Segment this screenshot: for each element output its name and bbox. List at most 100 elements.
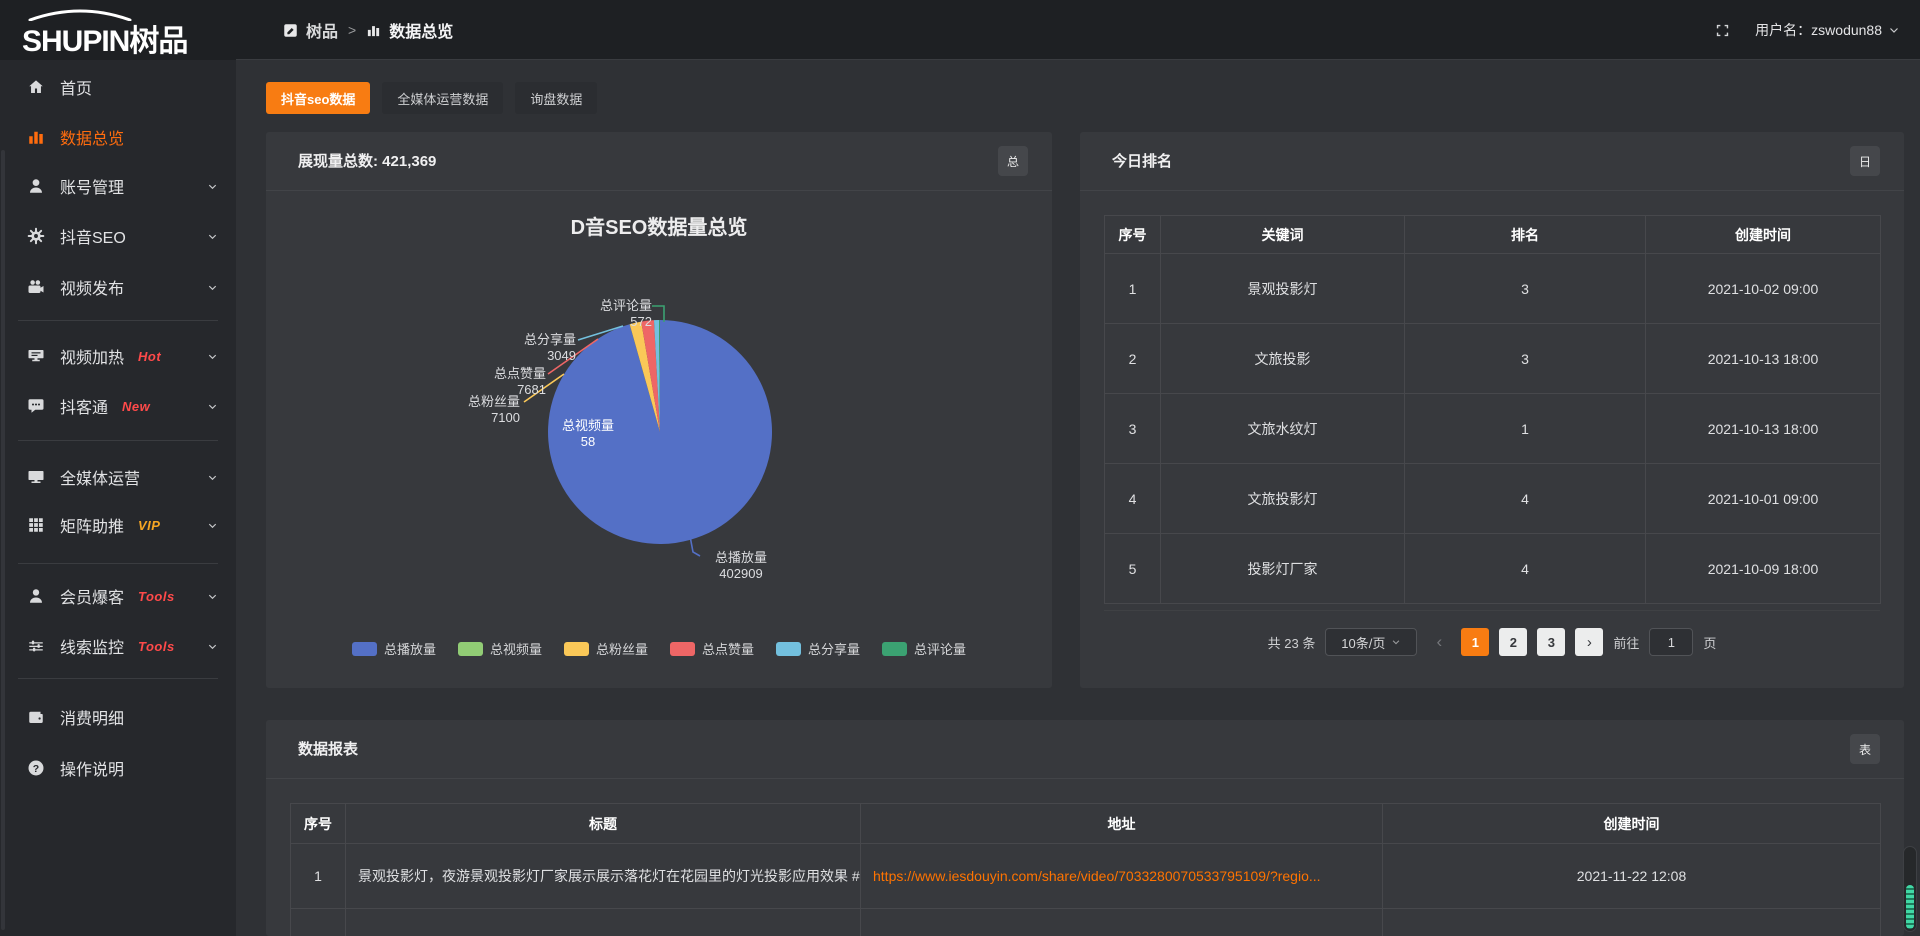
breadcrumb-separator: > [346,22,358,38]
table-cell: 2021-10-01 09:00 [1646,464,1881,534]
table-row: 2文旅投影32021-10-13 18:00 [1105,324,1881,394]
chevron-down-icon [207,641,218,652]
chevron-down-icon [207,520,218,531]
tab-0[interactable]: 抖音seo数据 [266,82,370,114]
sidebar-item-label: 视频加热 [60,344,124,368]
impressions-panel: 展现量总数: 421,369 总 D音SEO数据量总览 总评论量 572 总分享… [266,132,1052,688]
chevron-down-icon [207,472,218,483]
legend-label: 总分享量 [808,639,860,658]
chevron-down-icon [207,591,218,602]
table-header-cell: 标题 [346,804,861,844]
sidebar-item-label: 数据总览 [60,125,124,149]
table-cell: 2021-10-09 18:00 [1646,534,1881,604]
table-cell: 2021-10-02 09:00 [1646,254,1881,324]
legend-swatch [882,642,907,656]
chevron-down-icon [207,181,218,192]
pagination: 共 23 条 10条/页 ‹ 123 › 前往 页 [1080,628,1904,656]
tab-1[interactable]: 全媒体运营数据 [382,82,503,114]
legend-item-5[interactable]: 总评论量 [882,639,966,658]
table-header-row: 序号关键词排名创建时间 [1105,216,1881,254]
video-camera-icon [26,277,46,297]
table-cell: 景观投影灯 [1161,254,1405,324]
page-button-1[interactable]: 1 [1461,628,1489,656]
hot-badge: Hot [138,349,161,364]
breadcrumb-current: 数据总览 [389,18,453,42]
table-cell: 文旅投影 [1161,324,1405,394]
sidebar-item-label: 矩阵助推 [60,513,124,537]
breadcrumb-root[interactable]: 树品 [306,18,338,42]
page-button-3[interactable]: 3 [1537,628,1565,656]
sidebar-item-account[interactable]: 账号管理 [0,164,236,208]
chevron-down-icon [207,231,218,242]
sidebar-item-douyin-seo[interactable]: 抖音SEO [0,214,236,258]
tabs-row: 抖音seo数据全媒体运营数据询盘数据 [266,82,597,114]
goto-unit: 页 [1703,633,1716,652]
chevron-down-icon [207,401,218,412]
sidebar-item-home[interactable]: 首页 [0,65,236,109]
legend-item-0[interactable]: 总播放量 [352,639,436,658]
table-cell: 1 [1405,394,1646,464]
sidebar-item-video-heat[interactable]: 视频加热 Hot [0,334,236,378]
legend-swatch [352,642,377,656]
page-button-2[interactable]: 2 [1499,628,1527,656]
header-right: 用户名：zswodun88 [1714,0,1900,60]
user-menu[interactable]: 用户名：zswodun88 [1755,20,1900,40]
sidebar-item-video-publish[interactable]: 视频发布 [0,265,236,309]
legend-label: 总点赞量 [702,639,754,658]
table-badge[interactable]: 表 [1850,734,1880,764]
tab-2[interactable]: 询盘数据 [515,82,597,114]
grid-icon [26,515,46,535]
member-icon [26,586,46,606]
scrollbar-thumb[interactable] [1906,885,1914,929]
brand-logo: SHUPIN树品 [22,6,187,56]
sidebar: 首页 数据总览 账号管理 抖音SEO 视频发布 视频加热 Hot [0,60,236,936]
sidebar-item-douketong[interactable]: 抖客通 New [0,384,236,428]
goto-page-input[interactable] [1649,628,1693,656]
sidebar-item-consumption[interactable]: 消费明细 [0,695,236,739]
breadcrumb: 树品 > 数据总览 [283,0,453,60]
header-divider [236,59,1920,60]
legend-item-4[interactable]: 总分享量 [776,639,860,658]
callout-comments: 总评论量 572 [600,298,652,330]
callout-plays: 总播放量 402909 [696,550,786,582]
day-badge[interactable]: 日 [1850,146,1880,176]
video-link[interactable]: https://www.iesdouyin.com/share/video/70… [873,868,1321,884]
fullscreen-icon[interactable] [1714,22,1731,39]
sidebar-item-media-operation[interactable]: 全媒体运营 [0,455,236,499]
sidebar-divider [18,678,218,679]
sidebar-item-matrix-boost[interactable]: 矩阵助推 VIP [0,503,236,547]
table-row: 5投影灯厂家42021-10-09 18:00 [1105,534,1881,604]
legend-swatch [564,642,589,656]
goto-label: 前往 [1613,633,1639,652]
table-header-cell: 创建时间 [1383,804,1881,844]
sidebar-item-label: 操作说明 [60,756,124,780]
next-page-button[interactable]: › [1575,628,1603,656]
home-icon [26,77,46,97]
sidebar-divider [18,440,218,441]
doc-icon [283,23,298,38]
legend-label: 总评论量 [914,639,966,658]
sidebar-item-label: 抖音SEO [60,224,126,248]
legend-item-1[interactable]: 总视频量 [458,639,542,658]
legend-item-3[interactable]: 总点赞量 [670,639,754,658]
sidebar-item-help[interactable]: ? 操作说明 [0,746,236,790]
table-cell: 文旅投影灯 [1161,464,1405,534]
page-scrollbar[interactable] [1903,846,1917,932]
table-row: 3文旅水纹灯12021-10-13 18:00 [1105,394,1881,464]
chevron-down-icon [1391,637,1401,647]
pagination-pages: 123 [1461,628,1565,656]
legend-label: 总播放量 [384,639,436,658]
panel-divider [1080,190,1904,191]
sidebar-item-label: 消费明细 [60,705,124,729]
gear-icon [26,226,46,246]
help-icon: ? [26,758,46,778]
page-size-select[interactable]: 10条/页 [1325,628,1417,656]
sidebar-item-label: 首页 [60,75,92,99]
prev-page-button[interactable]: ‹ [1427,628,1451,656]
sidebar-item-lead-monitor[interactable]: 线索监控 Tools [0,624,236,668]
table-cell: 景观投影灯，夜游景观投影灯厂家展示展示落花灯在花园里的灯光投影应用效果 # [346,844,861,909]
sidebar-item-data-overview[interactable]: 数据总览 [0,115,236,159]
sidebar-item-member-baoke[interactable]: 会员爆客 Tools [0,574,236,618]
legend-item-2[interactable]: 总粉丝量 [564,639,648,658]
table-cell: https://www.iesdouyin.com/share/video/70… [861,844,1383,909]
